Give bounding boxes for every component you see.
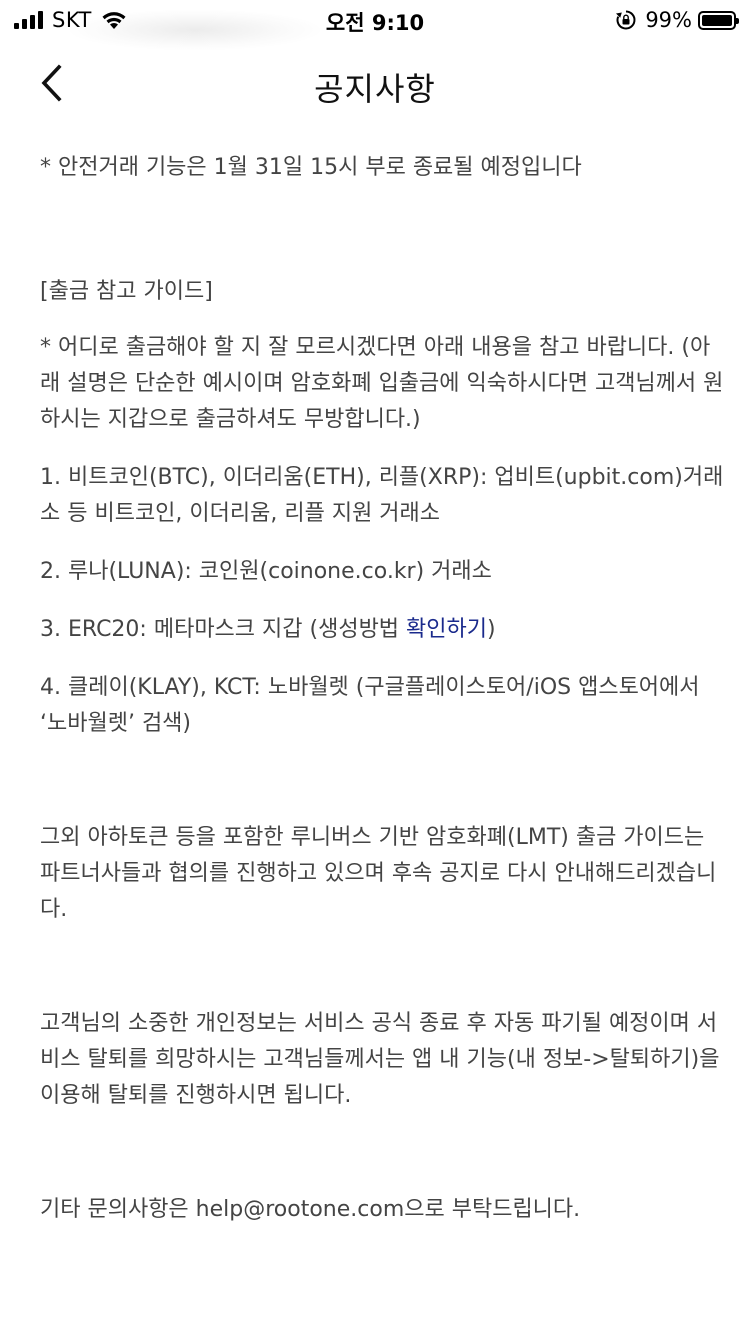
guide-item-btc-eth-xrp: 1. 비트코인(BTC), 이더리움(ETH), 리플(XRP): 업비트(up… [40, 465, 724, 526]
lmt-guide-notice: 그외 아하토큰 등을 포함한 루니버스 기반 암호화폐(LMT) 출금 가이드는… [40, 825, 717, 922]
status-bar: SKT 오전 9:10 99% [0, 0, 750, 50]
page-title: 공지사항 [314, 70, 436, 108]
nav-bar: 공지사항 [0, 48, 750, 118]
contact-notice: 기타 문의사항은 help@rootone.com으로 부탁드립니다. [40, 1197, 581, 1222]
battery-icon [698, 10, 739, 30]
battery-percent: 99% [645, 8, 692, 32]
notice-content: * 안전거래 기능은 1월 31일 15시 부로 종료될 예정입니다 [출금 참… [40, 150, 730, 1228]
status-right: 99% [615, 8, 739, 32]
battery-fill [702, 14, 732, 26]
rotation-lock-icon [616, 10, 636, 30]
guide-item-erc20-text: 3. ERC20: 메타마스크 지갑 (생성방법 [40, 617, 407, 642]
guide-title: [출금 참고 가이드] [40, 279, 213, 304]
guide-item-klay: 4. 클레이(KLAY), KCT: 노바월렛 (구글플레이스토어/iOS 앱스… [40, 675, 700, 736]
service-end-notice: * 안전거래 기능은 1월 31일 15시 부로 종료될 예정입니다 [40, 155, 582, 180]
guide-intro: * 어디로 출금해야 할 지 잘 모르시겠다면 아래 내용을 참고 바랍니다. … [40, 335, 724, 432]
guide-item-erc20-close: ) [487, 617, 496, 642]
privacy-notice: 고객님의 소중한 개인정보는 서비스 공식 종료 후 자동 파기될 예정이며 서… [40, 1011, 720, 1108]
guide-item-luna: 2. 루나(LUNA): 코인원(coinone.co.kr) 거래소 [40, 559, 492, 584]
guide-item-erc20: 3. ERC20: 메타마스크 지갑 (생성방법 확인하기) [40, 612, 730, 648]
how-to-create-link[interactable]: 확인하기 [406, 617, 487, 642]
